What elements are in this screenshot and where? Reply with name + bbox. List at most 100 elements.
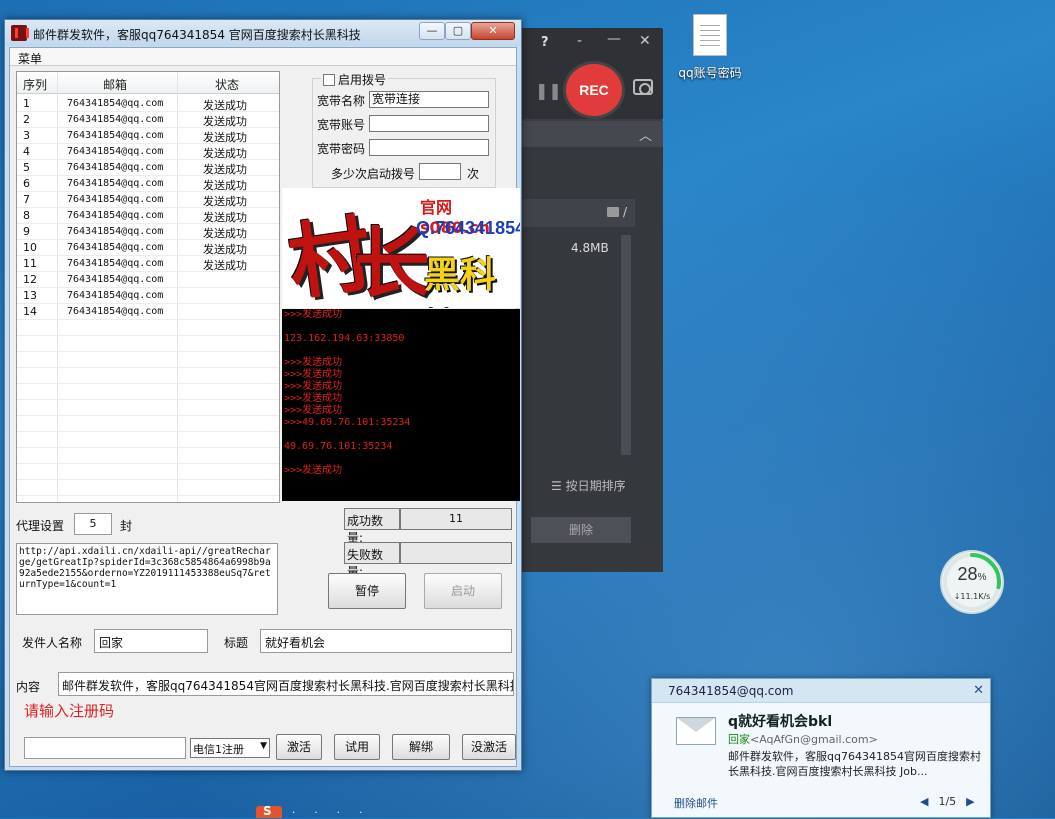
table-row[interactable]: 9 764341854@qq.com 发送成功 — [17, 224, 279, 240]
notification-sender: 回家<AqAfGn@gmail.com> — [728, 731, 878, 747]
close-button[interactable]: ✕ — [471, 22, 515, 40]
success-count-value: 11 — [400, 508, 512, 530]
broadband-password-field[interactable] — [369, 139, 489, 156]
unbind-button[interactable]: 解绑 — [392, 734, 450, 760]
pause-icon[interactable]: ❚❚ — [535, 81, 562, 100]
table-row[interactable]: 14 764341854@qq.com — [17, 304, 279, 320]
table-row[interactable]: 10 764341854@qq.com 发送成功 — [17, 240, 279, 256]
recorder-delete-button[interactable]: 删除 — [531, 517, 631, 543]
recorder-dash-icon[interactable]: - — [577, 33, 582, 49]
table-row[interactable]: 4 764341854@qq.com 发送成功 — [17, 144, 279, 160]
app-logo-icon — [11, 25, 29, 41]
proxy-settings-label: 代理设置 — [16, 519, 65, 533]
row-index: 14 — [23, 305, 37, 318]
console-lines: >>>发送成功 123.162.194.63:33850 >>>发送成功 >>>发送成… — [284, 309, 518, 477]
broadband-name-field[interactable]: 宽带连接 — [369, 91, 489, 108]
console-line: >>>发送成功 — [284, 309, 343, 320]
dial-times-field[interactable] — [419, 163, 461, 180]
minimize-icon[interactable]: — — [607, 31, 621, 47]
table-row[interactable]: 8 764341854@qq.com 发送成功 — [17, 208, 279, 224]
pause-button[interactable]: 暂停 — [328, 573, 406, 609]
notification-subject[interactable]: q就好看机会bkl — [728, 711, 832, 731]
activate-button[interactable]: 激活 — [276, 734, 322, 760]
close-icon[interactable]: ✕ — [973, 683, 984, 698]
content-label: 内容 — [16, 680, 41, 694]
recipient-table[interactable]: 序列 邮箱 状态 1 764341854@qq.com 发送成功 2 764341854… — [16, 71, 280, 503]
send-log-console[interactable]: >>>发送成功 123.162.194.63:33850 >>>发送成功 >>>发送成… — [282, 309, 520, 501]
table-row[interactable]: 6 764341854@qq.com 发送成功 — [17, 176, 279, 192]
camera-icon[interactable] — [633, 79, 653, 95]
empty-table-row — [17, 464, 279, 480]
subject-field[interactable]: 就好看机会 — [260, 629, 512, 653]
row-email: 764341854@qq.com — [67, 178, 164, 189]
gauge-percent-value: 28 — [957, 564, 978, 584]
next-arrow-icon[interactable]: ▶ — [966, 795, 974, 808]
recorder-scrollbar[interactable] — [621, 235, 631, 455]
row-index: 1 — [23, 97, 30, 110]
enable-dialup-label: 启用拨号 — [338, 73, 387, 87]
column-header-email[interactable]: 邮箱 — [103, 76, 127, 93]
folder-icon[interactable] — [607, 207, 619, 217]
table-row[interactable]: 7 764341854@qq.com 发送成功 — [17, 192, 279, 208]
proxy-api-url-field[interactable]: http://api.xdaili.cn/xdaili-api//greatRe… — [16, 543, 278, 615]
not-activated-button[interactable]: 没激活 — [462, 734, 516, 760]
notification-account: 764341854@qq.com — [652, 679, 990, 703]
table-row[interactable]: 11 764341854@qq.com 发送成功 — [17, 256, 279, 272]
chevron-up-icon[interactable]: ︿ — [639, 125, 652, 144]
console-line: >>>49.69.76.101:35234 — [284, 417, 411, 428]
maximize-button[interactable]: ▢ — [445, 22, 471, 40]
network-speed-gauge[interactable]: 28% ↓11.1K/s — [940, 550, 1004, 614]
content-field[interactable]: 邮件群发软件，客服qq764341854官网百度搜索村长黑科技.官网百度搜索村长… — [58, 672, 514, 696]
start-button[interactable]: 启动 — [424, 573, 502, 609]
table-row[interactable]: 1 764341854@qq.com 发送成功 — [17, 96, 279, 112]
previous-arrow-icon[interactable]: ◀ — [920, 795, 928, 808]
subject-label: 标题 — [224, 636, 249, 650]
enable-dialup-checkbox[interactable]: 启用拨号 — [321, 71, 389, 88]
desktop-file-shortcut[interactable]: qq账号密码 — [672, 14, 748, 81]
table-row[interactable]: 2 764341854@qq.com 发送成功 — [17, 112, 279, 128]
row-status: 发送成功 — [203, 131, 247, 144]
column-header-status[interactable]: 状态 — [215, 76, 239, 93]
broadband-account-field[interactable] — [369, 115, 489, 132]
mail-notification-popup[interactable]: 764341854@qq.com ✕ q就好看机会bkl 回家<AqAfGn@g… — [651, 678, 991, 818]
console-line: >>>发送成功 — [284, 381, 343, 392]
proxy-count-field[interactable]: 5 — [74, 513, 112, 535]
sender-name-field[interactable]: 回家 — [94, 629, 208, 653]
delete-mail-link[interactable]: 删除邮件 — [674, 795, 718, 811]
registration-type-select[interactable]: 电信1注册 ▼ — [190, 738, 270, 758]
table-row[interactable]: 12 764341854@qq.com — [17, 272, 279, 288]
row-email: 764341854@qq.com — [67, 98, 164, 109]
minimize-button[interactable]: — — [419, 22, 445, 40]
table-row[interactable]: 5 764341854@qq.com 发送成功 — [17, 160, 279, 176]
taskbar-sogou-icon[interactable] — [256, 804, 282, 818]
row-status: 发送成功 — [203, 115, 247, 128]
recorder-file-panel: / 4.8MB ☰ 按日期排序 删除 — [521, 147, 663, 572]
record-button[interactable]: REC — [563, 61, 625, 119]
help-icon[interactable]: ? — [541, 35, 549, 50]
success-count-label: 成功数量: — [344, 508, 400, 545]
sort-by-date-button[interactable]: ☰ 按日期排序 — [551, 477, 626, 494]
recording-file-size: 4.8MB — [571, 241, 609, 255]
registration-code-field[interactable] — [24, 737, 186, 759]
menu-item-main[interactable]: 菜单 — [18, 50, 42, 67]
close-icon[interactable]: ✕ — [639, 33, 651, 49]
row-status: 发送成功 — [203, 227, 247, 240]
row-email: 764341854@qq.com — [67, 226, 164, 237]
window-client-area: 菜单 序列 邮箱 状态 1 764341854@qq.com 发送成功 2 764341… — [9, 47, 520, 767]
row-index: 9 — [23, 225, 30, 238]
row-index: 10 — [23, 241, 37, 254]
row-status: 发送成功 — [203, 259, 247, 272]
row-index: 3 — [23, 129, 30, 142]
column-header-index[interactable]: 序列 — [23, 76, 47, 93]
checkbox-box[interactable] — [323, 74, 335, 86]
table-row[interactable]: 13 764341854@qq.com — [17, 288, 279, 304]
trial-button[interactable]: 试用 — [334, 734, 380, 760]
window-titlebar[interactable]: 邮件群发软件，客服qq764341854 官网百度搜索村长黑科技 — ▢ ✕ — [5, 20, 521, 46]
table-row[interactable]: 3 764341854@qq.com 发送成功 — [17, 128, 279, 144]
recorder-path-bar[interactable]: / — [521, 199, 635, 227]
recorder-subbar: ︿ — [521, 121, 663, 147]
sender-email: <AqAfGn@gmail.com> — [750, 733, 878, 746]
row-index: 6 — [23, 177, 30, 190]
